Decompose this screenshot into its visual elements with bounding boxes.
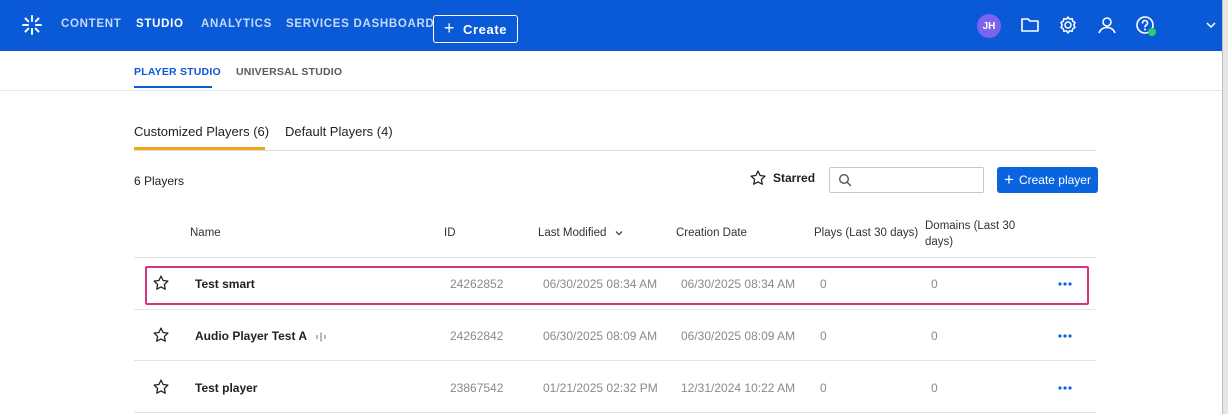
player-id: 24262842 (450, 329, 504, 343)
player-creation-date: 06/30/2025 08:09 AM (681, 329, 796, 343)
plus-icon: + (443, 18, 456, 38)
player-name[interactable]: Test smart (195, 277, 255, 291)
starred-filter-button[interactable]: Starred (749, 169, 815, 187)
player-plays: 0 (820, 277, 827, 291)
tabs-divider (134, 150, 1096, 151)
subnav-active-indicator (134, 86, 212, 88)
player-last-modified: 06/30/2025 08:34 AM (543, 277, 658, 291)
search-box (829, 167, 984, 193)
star-outline-icon[interactable] (152, 274, 170, 292)
gear-icon[interactable] (1056, 13, 1080, 37)
subnav-player-studio[interactable]: PLAYER STUDIO (134, 66, 221, 78)
create-player-label: Create player (1018, 173, 1091, 187)
audio-waveform-icon (316, 332, 326, 342)
kaltura-logo-icon[interactable] (21, 14, 43, 36)
player-name-with-audio[interactable]: Audio Player Test A (195, 329, 327, 343)
plus-icon: + (1004, 169, 1014, 189)
more-actions-icon[interactable] (1057, 333, 1073, 339)
column-header-domains[interactable]: Domains (Last 30 days) (925, 218, 1025, 250)
player-id: 24262852 (450, 277, 504, 291)
players-count: 6 Players (134, 174, 185, 188)
user-icon[interactable] (1095, 13, 1119, 37)
column-header-plays[interactable]: Plays (Last 30 days) (814, 227, 918, 239)
create-button[interactable]: + Create (433, 15, 518, 43)
folder-icon[interactable] (1018, 13, 1042, 37)
starred-label: Starred (773, 171, 816, 185)
player-domains: 0 (931, 277, 938, 291)
nav-analytics[interactable]: ANALYTICS (201, 18, 272, 30)
nav-studio[interactable]: STUDIO (136, 18, 184, 30)
chevron-down-icon[interactable] (1205, 18, 1217, 32)
star-outline-icon[interactable] (152, 326, 170, 344)
row-divider (134, 309, 1096, 310)
player-creation-date: 12/31/2024 10:22 AM (681, 381, 796, 395)
tab-default-players[interactable]: Default Players (4) (285, 124, 393, 139)
subnav-divider (0, 90, 1222, 91)
star-outline-icon (750, 170, 766, 185)
player-plays: 0 (820, 381, 827, 395)
player-name: Audio Player Test A (195, 329, 307, 343)
player-creation-date: 06/30/2025 08:34 AM (681, 277, 796, 291)
player-id: 23867542 (450, 381, 504, 395)
column-header-creation-date[interactable]: Creation Date (676, 227, 747, 239)
player-domains: 0 (931, 329, 938, 343)
player-plays: 0 (820, 329, 827, 343)
nav-services-dashboard[interactable]: SERVICES DASHBOARD (286, 18, 435, 30)
nav-content[interactable]: CONTENT (61, 18, 121, 30)
column-header-last-modified[interactable]: Last Modified (538, 227, 623, 239)
column-header-name[interactable]: Name (190, 227, 221, 239)
tab-customized-players[interactable]: Customized Players (6) (134, 124, 269, 139)
player-last-modified: 01/21/2025 02:32 PM (543, 381, 658, 395)
player-name[interactable]: Test player (195, 381, 257, 395)
header-divider (134, 257, 1096, 258)
player-last-modified: 06/30/2025 08:09 AM (543, 329, 658, 343)
status-dot (1148, 28, 1156, 36)
search-icon (838, 173, 852, 187)
window-edge (1222, 0, 1228, 414)
player-domains: 0 (931, 381, 938, 395)
avatar[interactable]: JH (977, 14, 1001, 38)
search-input[interactable] (860, 171, 978, 189)
more-actions-icon[interactable] (1057, 385, 1073, 391)
help-icon[interactable] (1133, 13, 1157, 37)
row-divider (134, 360, 1096, 361)
column-header-last-modified-label: Last Modified (538, 227, 607, 239)
subnav-universal-studio[interactable]: UNIVERSAL STUDIO (236, 66, 342, 78)
more-actions-icon[interactable] (1057, 281, 1073, 287)
row-divider (134, 412, 1096, 413)
top-bar: CONTENT STUDIO ANALYTICS SERVICES DASHBO… (0, 0, 1222, 51)
star-outline-icon[interactable] (152, 378, 170, 396)
column-header-id[interactable]: ID (444, 227, 456, 239)
sort-descending-icon (615, 231, 623, 236)
create-button-label: Create (463, 21, 508, 37)
create-player-button[interactable]: + Create player (997, 167, 1098, 193)
